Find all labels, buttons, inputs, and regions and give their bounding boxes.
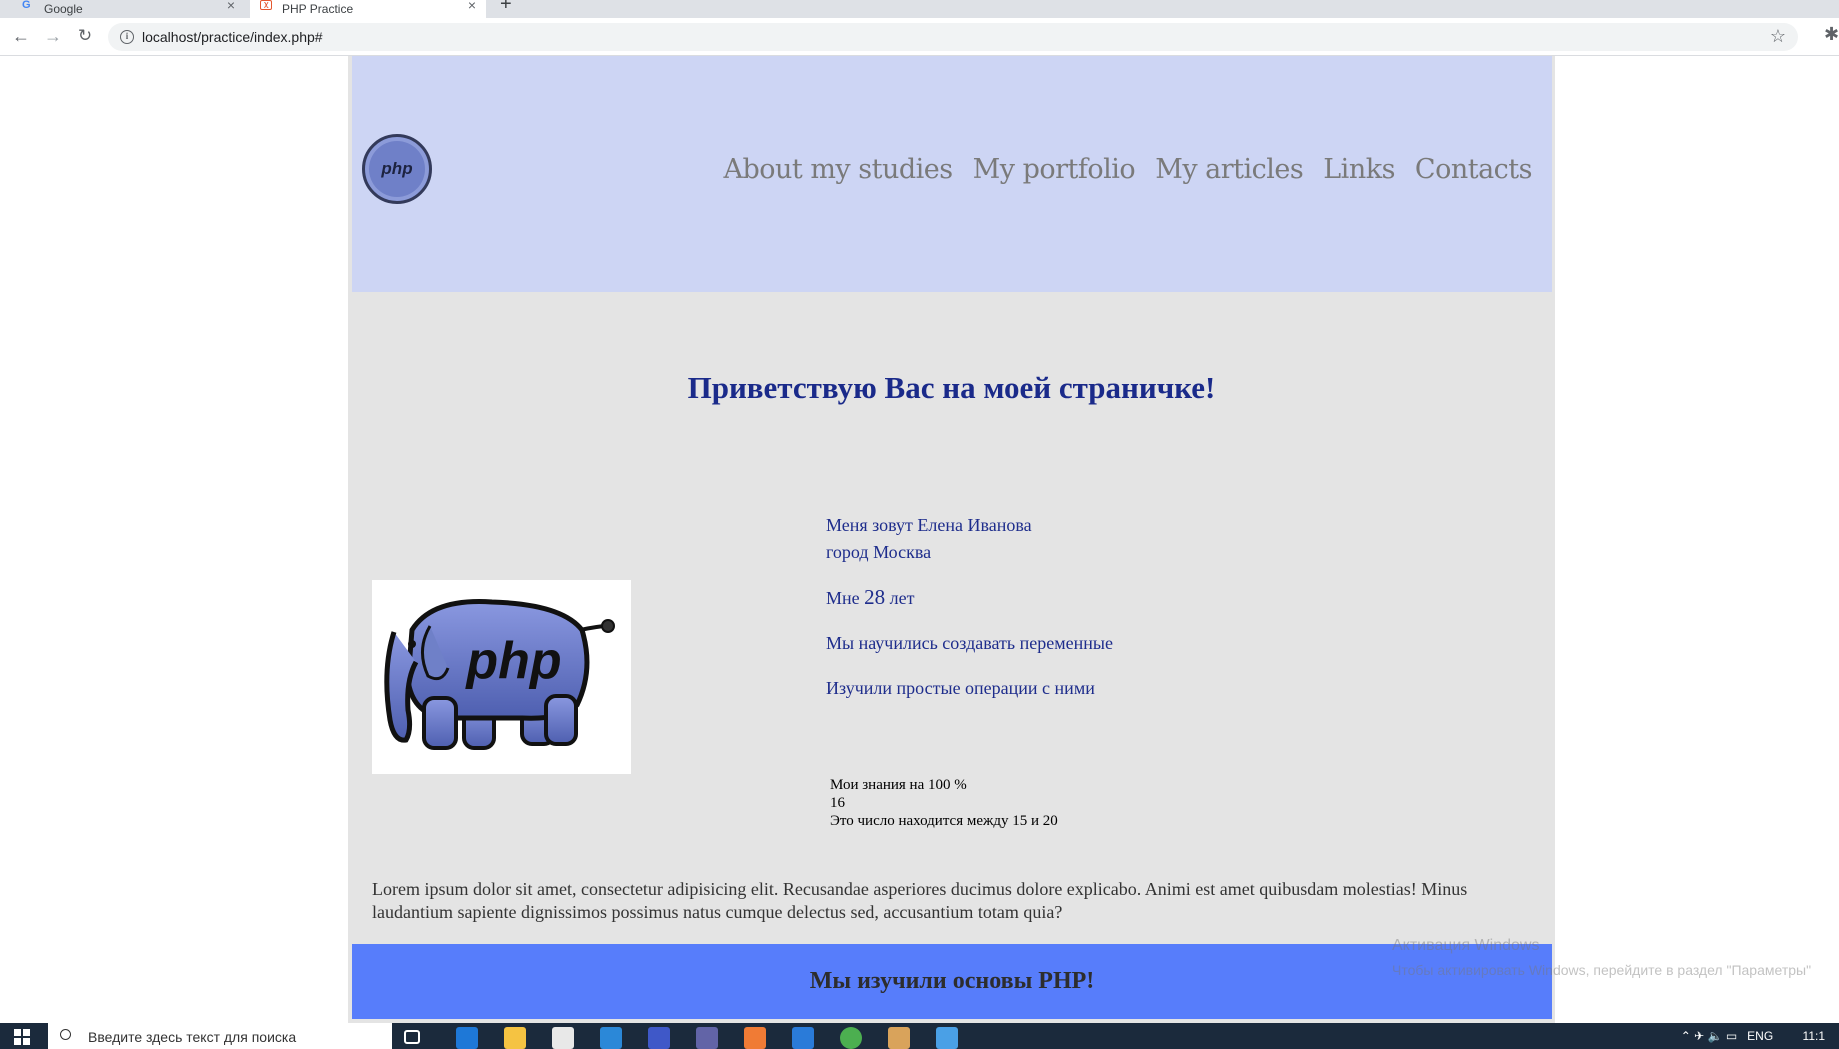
browser-toolbar: ← → ↻ i localhost/practice/index.php# ☆ … [0, 18, 1839, 56]
browser-tabstrip: G Google × ꭓ PHP Practice × + [0, 0, 1839, 18]
site-footer: Мы изучили основы PHP! [352, 944, 1552, 1019]
page-viewport: php About my studies My portfolio My art… [0, 56, 1839, 1048]
main-nav: About my studies My portfolio My article… [723, 154, 1532, 185]
taskbar-search-placeholder[interactable]: Введите здесь текст для поиска [88, 1029, 296, 1045]
windows-activation-watermark: Активация Windows Чтобы активировать Win… [1392, 934, 1811, 982]
age-line: Мне 28 лет [826, 584, 1113, 612]
city-line: город Москва [826, 542, 932, 562]
network-app-icon[interactable] [648, 1027, 670, 1049]
elephant-php-text: php [464, 632, 561, 690]
close-tab-icon[interactable]: × [227, 0, 235, 12]
php-logo[interactable]: php [362, 134, 432, 204]
number-line: 16 [830, 795, 845, 811]
store-icon[interactable] [552, 1027, 574, 1049]
windows-taskbar: Введите здесь текст для поиска ⌃ ✈ 🔈 ▭ E… [0, 1023, 1839, 1049]
forward-arrow-icon[interactable]: → [42, 25, 64, 47]
age-suffix: лет [889, 588, 915, 608]
logo-text: php [381, 159, 413, 178]
name-line: Меня зовут Елена Иванова [826, 515, 1032, 535]
nav-link-about-my-studies[interactable]: About my studies [723, 154, 953, 185]
footer-text: Мы изучили основы PHP! [809, 968, 1095, 994]
xampp-favicon-icon: ꭓ [260, 0, 272, 10]
mail-icon[interactable] [600, 1027, 622, 1049]
google-favicon-icon: G [22, 0, 31, 11]
range-line: Это число находится между 15 и 20 [830, 813, 1058, 829]
nav-link-my-portfolio[interactable]: My portfolio [973, 154, 1136, 185]
bookmark-star-icon[interactable]: ☆ [1770, 26, 1786, 47]
close-tab-icon[interactable]: × [468, 0, 476, 12]
about-info: Меня зовут Елена Иванова город Москва Мн… [826, 512, 1113, 702]
xampp-icon[interactable] [744, 1027, 766, 1049]
photos-icon[interactable] [936, 1027, 958, 1049]
age-prefix: Мне [826, 588, 860, 608]
tab-title: PHP Practice [282, 2, 354, 16]
nav-link-my-articles[interactable]: My articles [1155, 154, 1304, 185]
tray-icons[interactable]: ⌃ ✈ 🔈 ▭ [1681, 1029, 1744, 1043]
chrome-icon[interactable] [840, 1027, 862, 1049]
search-icon [60, 1029, 71, 1040]
operations-line: Изучили простые операции с ними [826, 678, 1095, 698]
nav-link-links[interactable]: Links [1323, 154, 1395, 185]
knowledge-line: Мои знания на 100 % [830, 777, 967, 793]
browser-tab-php-practice[interactable]: ꭓ PHP Practice × [250, 0, 486, 18]
language-indicator[interactable]: ENG [1747, 1029, 1773, 1043]
paint-icon[interactable] [888, 1027, 910, 1049]
url-text[interactable]: localhost/practice/index.php# [142, 29, 323, 45]
taskbar-search[interactable]: Введите здесь текст для поиска [48, 1023, 392, 1049]
info-icon[interactable]: i [120, 30, 134, 44]
file-explorer-icon[interactable] [504, 1027, 526, 1049]
edge-icon[interactable] [456, 1027, 478, 1049]
teams-icon[interactable] [696, 1027, 718, 1049]
new-tab-icon[interactable]: + [500, 0, 512, 14]
watermark-subtitle: Чтобы активировать Windows, перейдите в … [1392, 962, 1812, 978]
internet-explorer-icon[interactable] [792, 1027, 814, 1049]
task-view-icon[interactable] [404, 1030, 420, 1044]
elephant-icon: php [384, 599, 615, 750]
site-header: php About my studies My portfolio My art… [352, 56, 1552, 292]
browser-tab-google[interactable]: G Google × [0, 0, 245, 18]
system-tray: ⌃ ✈ 🔈 ▭ ENG 11:1 [1681, 1029, 1825, 1043]
variables-line: Мы научились создавать переменные [826, 633, 1113, 653]
age-value: 28 [864, 585, 886, 609]
php-elephant-image: php [372, 580, 631, 774]
page-title: Приветствую Вас на моей страничке! [687, 370, 1216, 405]
reload-icon[interactable]: ↻ [74, 25, 96, 47]
back-arrow-icon[interactable]: ← [10, 25, 32, 47]
clock[interactable]: 11:1 [1803, 1029, 1825, 1043]
watermark-title: Активация Windows [1392, 937, 1540, 954]
windows-start-icon[interactable] [14, 1029, 30, 1045]
nav-link-contacts[interactable]: Contacts [1415, 154, 1533, 185]
address-bar[interactable]: i localhost/practice/index.php# ☆ [108, 23, 1798, 51]
calc-output: Мои знания на 100 % 16 Это число находит… [830, 776, 1058, 830]
page-container: php About my studies My portfolio My art… [348, 56, 1555, 1048]
tab-title: Google [44, 2, 83, 16]
extensions-puzzle-icon[interactable]: ✱ [1824, 24, 1839, 45]
lorem-paragraph: Lorem ipsum dolor sit amet, consectetur … [372, 879, 1468, 922]
